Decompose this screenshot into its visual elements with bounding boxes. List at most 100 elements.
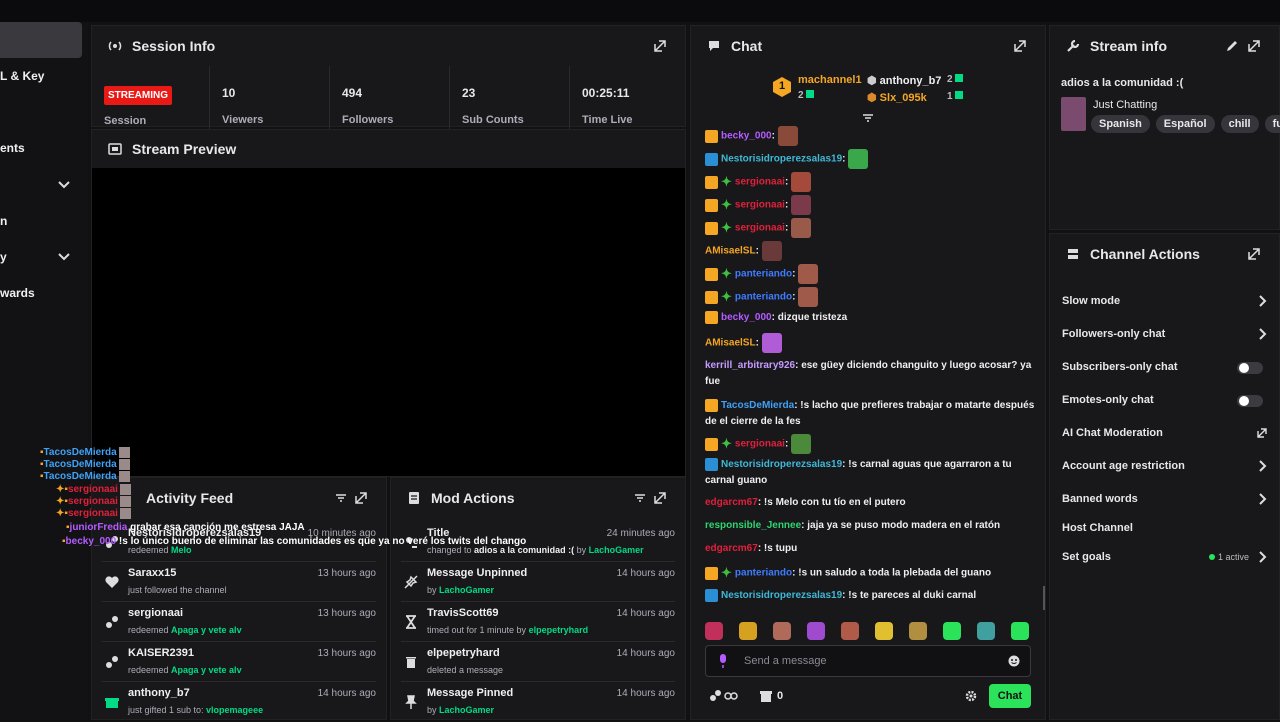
chat-username[interactable]: Nestorisidroperezsalas19 bbox=[721, 590, 842, 601]
sidebar-item-url-key[interactable]: L & Key bbox=[0, 69, 44, 83]
microphone-icon[interactable] bbox=[718, 654, 728, 668]
emote-image[interactable] bbox=[761, 241, 782, 261]
emote-image[interactable] bbox=[798, 264, 819, 284]
quick-emote[interactable] bbox=[739, 622, 757, 640]
tag[interactable]: Español bbox=[1155, 115, 1215, 133]
chat-username[interactable]: TacosDeMierda bbox=[721, 400, 794, 411]
filter-icon[interactable] bbox=[334, 491, 348, 505]
emote-image[interactable] bbox=[761, 333, 782, 353]
chat-message[interactable]: ✦ sergionaai: bbox=[705, 172, 1035, 192]
leader-name[interactable]: machannel1 bbox=[798, 74, 862, 86]
expand-icon[interactable] bbox=[862, 113, 874, 125]
emoji-icon[interactable] bbox=[1008, 655, 1020, 667]
sidebar-item-moments[interactable]: ents bbox=[0, 141, 25, 155]
emote-image[interactable] bbox=[848, 149, 869, 169]
popout-icon[interactable] bbox=[1247, 247, 1261, 261]
slow-mode-row[interactable]: Slow mode bbox=[1062, 286, 1271, 316]
followers-only-row[interactable]: Followers-only chat bbox=[1062, 319, 1271, 349]
chevron-down-icon[interactable] bbox=[58, 178, 70, 190]
chat-message[interactable]: edgarcm67: !s tupu bbox=[705, 541, 1035, 557]
emote-image[interactable] bbox=[791, 218, 812, 238]
quick-emote[interactable] bbox=[875, 622, 893, 640]
chat-username[interactable]: panteriando bbox=[735, 568, 792, 579]
activity-item[interactable]: anthony_b7 just gifted 1 sub to: vlopema… bbox=[102, 682, 376, 722]
chat-message[interactable]: TacosDeMierda: !s lacho que prefieres tr… bbox=[705, 398, 1035, 430]
chat-username[interactable]: panteriando bbox=[735, 292, 792, 303]
quick-emote[interactable] bbox=[841, 622, 859, 640]
mod-item[interactable]: Message Unpinned by LachoGamer 14 hours … bbox=[401, 562, 675, 602]
chat-username[interactable]: sergionaai bbox=[735, 177, 785, 188]
tag[interactable]: funn bbox=[1264, 115, 1280, 133]
chevron-down-icon[interactable] bbox=[58, 250, 70, 262]
sidebar-item-rewards[interactable]: wards bbox=[0, 286, 35, 300]
video-player[interactable] bbox=[92, 168, 685, 476]
activity-item[interactable]: Saraxx15 just followed the channel 13 ho… bbox=[102, 562, 376, 602]
chat-message[interactable]: Nestorisidroperezsalas19: bbox=[705, 149, 1035, 169]
filter-icon[interactable] bbox=[633, 491, 647, 505]
chat-username[interactable]: sergionaai bbox=[735, 200, 785, 211]
chat-message[interactable]: becky_000: dizque tristeza bbox=[705, 310, 1035, 326]
chat-message[interactable]: becky_000: bbox=[705, 126, 1035, 146]
chat-message[interactable]: ✦ sergionaai: bbox=[705, 195, 1035, 215]
account-age-row[interactable]: Account age restriction bbox=[1062, 451, 1271, 481]
chat-message[interactable]: responsible_Jennee: jaja ya se puso modo… bbox=[705, 518, 1035, 534]
channel-points-icon[interactable] bbox=[709, 689, 739, 703]
quick-emote[interactable] bbox=[909, 622, 927, 640]
chat-message[interactable]: AMisaelSL: bbox=[705, 333, 1035, 353]
chat-username[interactable]: panteriando bbox=[735, 269, 792, 280]
mod-item[interactable]: Message Pinned by LachoGamer 14 hours ag… bbox=[401, 682, 675, 722]
chat-message[interactable]: kerrill_arbitrary926: ese güey diciendo … bbox=[705, 358, 1035, 390]
popout-icon[interactable] bbox=[354, 491, 368, 505]
emotes-only-toggle[interactable] bbox=[1237, 395, 1263, 407]
chat-username[interactable]: AMisaelSL bbox=[705, 246, 756, 257]
set-goals-row[interactable]: Set goals 1 active bbox=[1062, 542, 1271, 572]
chat-username[interactable]: kerrill_arbitrary926 bbox=[705, 360, 795, 371]
sidebar-item-y[interactable]: y bbox=[0, 250, 7, 264]
popout-icon[interactable] bbox=[1247, 39, 1261, 53]
store-icon[interactable] bbox=[759, 689, 773, 703]
popout-icon[interactable] bbox=[653, 39, 667, 53]
sidebar-selected-item[interactable] bbox=[0, 22, 82, 58]
quick-emote[interactable] bbox=[807, 622, 825, 640]
chat-message[interactable]: AMisaelSL: bbox=[705, 241, 1035, 261]
emote-image[interactable] bbox=[798, 287, 819, 307]
quick-emote[interactable] bbox=[943, 622, 961, 640]
chat-username[interactable]: responsible_Jennee bbox=[705, 520, 801, 531]
chat-message[interactable]: ✦ sergionaai: bbox=[705, 434, 1035, 454]
chat-username[interactable]: sergionaai bbox=[735, 223, 785, 234]
sidebar-item-n[interactable]: n bbox=[0, 214, 7, 228]
popout-icon[interactable] bbox=[1013, 39, 1027, 53]
chat-message[interactable]: ✦ panteriando: bbox=[705, 287, 1035, 307]
chat-username[interactable]: edgarcm67 bbox=[705, 497, 758, 508]
chat-input[interactable]: Send a message bbox=[705, 645, 1031, 677]
chat-message[interactable]: ✦ panteriando: !s un saludo a toda la ple… bbox=[705, 565, 1035, 582]
chat-message[interactable]: Nestorisidroperezsalas19: !s carnal agua… bbox=[705, 457, 1035, 489]
chat-username[interactable]: edgarcm67 bbox=[705, 543, 758, 554]
chat-send-button[interactable]: Chat bbox=[989, 684, 1031, 708]
activity-item[interactable]: KAISER2391 redeemed Apaga y vete alv 13 … bbox=[102, 642, 376, 682]
ai-moderation-row[interactable]: AI Chat Moderation bbox=[1062, 418, 1271, 448]
pencil-icon[interactable] bbox=[1225, 39, 1239, 53]
quick-emote[interactable] bbox=[1011, 622, 1029, 640]
host-channel-row[interactable]: Host Channel bbox=[1062, 513, 1271, 543]
gear-icon[interactable] bbox=[965, 690, 977, 702]
category-name[interactable]: Just Chatting bbox=[1093, 99, 1157, 111]
chat-username[interactable]: Nestorisidroperezsalas19 bbox=[721, 459, 842, 470]
chat-username[interactable]: becky_000 bbox=[721, 312, 772, 323]
chat-username[interactable]: Nestorisidroperezsalas19 bbox=[721, 154, 842, 165]
scrollbar[interactable] bbox=[1043, 586, 1045, 610]
chat-username[interactable]: AMisaelSL bbox=[705, 338, 756, 349]
subscribers-only-toggle[interactable] bbox=[1237, 362, 1263, 374]
chat-username[interactable]: becky_000 bbox=[721, 131, 772, 142]
emote-image[interactable] bbox=[777, 126, 798, 146]
quick-emote[interactable] bbox=[773, 622, 791, 640]
emote-image[interactable] bbox=[791, 195, 812, 215]
popout-icon[interactable] bbox=[653, 491, 667, 505]
activity-item[interactable]: sergionaai redeemed Apaga y vete alv 13 … bbox=[102, 602, 376, 642]
emote-image[interactable] bbox=[791, 172, 812, 192]
emote-image[interactable] bbox=[791, 434, 812, 454]
chat-username[interactable]: sergionaai bbox=[735, 439, 785, 450]
tag[interactable]: Spanish bbox=[1091, 115, 1150, 133]
chat-message[interactable]: ✦ panteriando: bbox=[705, 264, 1035, 284]
quick-emote[interactable] bbox=[705, 622, 723, 640]
